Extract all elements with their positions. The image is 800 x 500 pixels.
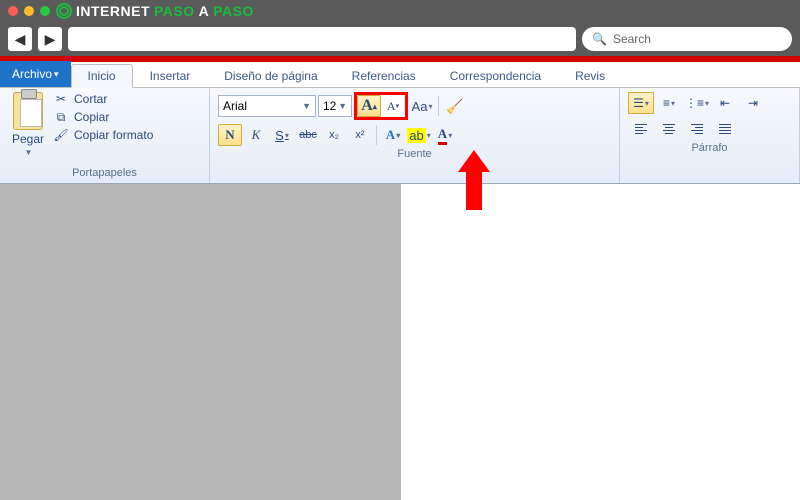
brand-text-1: INTERNET: [76, 3, 150, 19]
window-controls: [8, 6, 50, 16]
subscript-button[interactable]: x₂: [322, 124, 346, 146]
group-clipboard: Pegar ▼ ✂ Cortar ⧉ Copiar 🖌 Copiar forma…: [0, 88, 210, 183]
group-font: Arial ▼ 12 ▼ A▴ A▾: [210, 88, 620, 183]
minimize-window-icon[interactable]: [24, 6, 34, 16]
brand-text-4: PASO: [213, 3, 254, 19]
multilevel-icon: ⋮≡: [685, 96, 704, 110]
paste-icon: [13, 92, 43, 130]
separator: [376, 125, 377, 145]
copy-button[interactable]: ⧉ Copiar: [54, 110, 153, 124]
copy-icon: ⧉: [54, 110, 68, 124]
document-area: [0, 184, 800, 500]
justify-icon: [719, 124, 731, 134]
tab-diseno[interactable]: Diseño de página: [207, 63, 334, 87]
font-size-value: 12: [323, 99, 336, 113]
align-center-icon: [663, 124, 675, 134]
search-icon: 🔍: [592, 32, 607, 46]
search-input[interactable]: 🔍 Search: [582, 27, 792, 51]
paste-label: Pegar: [12, 132, 44, 146]
copy-label: Copiar: [74, 110, 109, 124]
browser-nav-bar: ◀ ▶ 🔍 Search: [0, 22, 800, 56]
bold-button[interactable]: N: [218, 124, 242, 146]
format-painter-label: Copiar formato: [74, 128, 153, 142]
format-painter-button[interactable]: 🖌 Copiar formato: [54, 128, 153, 142]
back-button[interactable]: ◀: [8, 27, 32, 51]
chevron-down-icon: ▼: [302, 101, 311, 111]
cut-label: Cortar: [74, 92, 107, 106]
grow-font-button[interactable]: A▴: [357, 95, 381, 117]
font-color-button[interactable]: A▾: [433, 124, 457, 146]
brand-logo-icon: [56, 3, 72, 19]
align-right-button[interactable]: [684, 118, 710, 140]
document-gray-margin: [0, 184, 400, 500]
clear-formatting-button[interactable]: 🧹: [443, 95, 467, 117]
browser-title-bar: INTERNETPASOAPASO: [0, 0, 800, 22]
outdent-icon: ⇤: [720, 96, 730, 110]
separator: [438, 96, 439, 116]
numbering-button[interactable]: ≡▾: [656, 92, 682, 114]
tab-insertar[interactable]: Insertar: [133, 63, 208, 87]
justify-button[interactable]: [712, 118, 738, 140]
tab-file[interactable]: Archivo: [0, 61, 71, 87]
tab-correspondencia[interactable]: Correspondencia: [433, 63, 558, 87]
site-brand: INTERNETPASOAPASO: [56, 3, 254, 19]
chevron-down-icon: ▼: [338, 101, 347, 111]
clipboard-group-label: Portapapeles: [8, 165, 201, 181]
increase-indent-button[interactable]: ⇥: [740, 92, 766, 114]
font-name-value: Arial: [223, 99, 247, 113]
superscript-button[interactable]: x²: [348, 124, 372, 146]
text-effects-button[interactable]: A▾: [381, 124, 405, 146]
document-page[interactable]: [400, 184, 800, 500]
numbering-icon: ≡: [663, 96, 670, 110]
brand-text-3: A: [199, 3, 210, 19]
brand-text-2: PASO: [154, 3, 195, 19]
eraser-icon: 🧹: [446, 98, 463, 115]
font-name-combo[interactable]: Arial ▼: [218, 95, 316, 117]
cut-button[interactable]: ✂ Cortar: [54, 92, 153, 106]
scissors-icon: ✂: [54, 92, 68, 106]
close-window-icon[interactable]: [8, 6, 18, 16]
bullets-icon: ☰: [633, 96, 644, 110]
paste-button[interactable]: Pegar ▼: [8, 92, 48, 157]
ribbon-tab-strip: Archivo Inicio Insertar Diseño de página…: [0, 62, 800, 88]
multilevel-list-button[interactable]: ⋮≡▾: [684, 92, 710, 114]
shrink-font-button[interactable]: A▾: [381, 95, 405, 117]
align-left-button[interactable]: [628, 118, 654, 140]
align-center-button[interactable]: [656, 118, 682, 140]
forward-button[interactable]: ▶: [38, 27, 62, 51]
ribbon: Pegar ▼ ✂ Cortar ⧉ Copiar 🖌 Copiar forma…: [0, 88, 800, 184]
tab-revisar[interactable]: Revis: [558, 63, 622, 87]
paragraph-group-label: Párrafo: [628, 140, 791, 156]
highlight-button[interactable]: ab▾: [407, 124, 431, 146]
underline-button[interactable]: S▾: [270, 124, 294, 146]
decrease-indent-button[interactable]: ⇤: [712, 92, 738, 114]
font-size-buttons-highlight: A▴ A▾: [354, 92, 408, 120]
paste-dropdown-icon[interactable]: ▼: [25, 148, 33, 157]
search-placeholder: Search: [613, 32, 651, 46]
bullets-button[interactable]: ☰▾: [628, 92, 654, 114]
group-paragraph: ☰▾ ≡▾ ⋮≡▾ ⇤ ⇥: [620, 88, 800, 183]
align-left-icon: [635, 124, 647, 134]
align-right-icon: [691, 124, 703, 134]
maximize-window-icon[interactable]: [40, 6, 50, 16]
tab-inicio[interactable]: Inicio: [71, 64, 133, 88]
italic-button[interactable]: K: [244, 124, 268, 146]
indent-icon: ⇥: [748, 96, 758, 110]
url-input[interactable]: [68, 27, 576, 51]
change-case-button[interactable]: Aa▾: [410, 95, 434, 117]
strikethrough-button[interactable]: abc: [296, 124, 320, 146]
font-group-label: Fuente: [218, 146, 611, 162]
tab-referencias[interactable]: Referencias: [335, 63, 433, 87]
font-size-combo[interactable]: 12 ▼: [318, 95, 352, 117]
brush-icon: 🖌: [54, 128, 68, 142]
